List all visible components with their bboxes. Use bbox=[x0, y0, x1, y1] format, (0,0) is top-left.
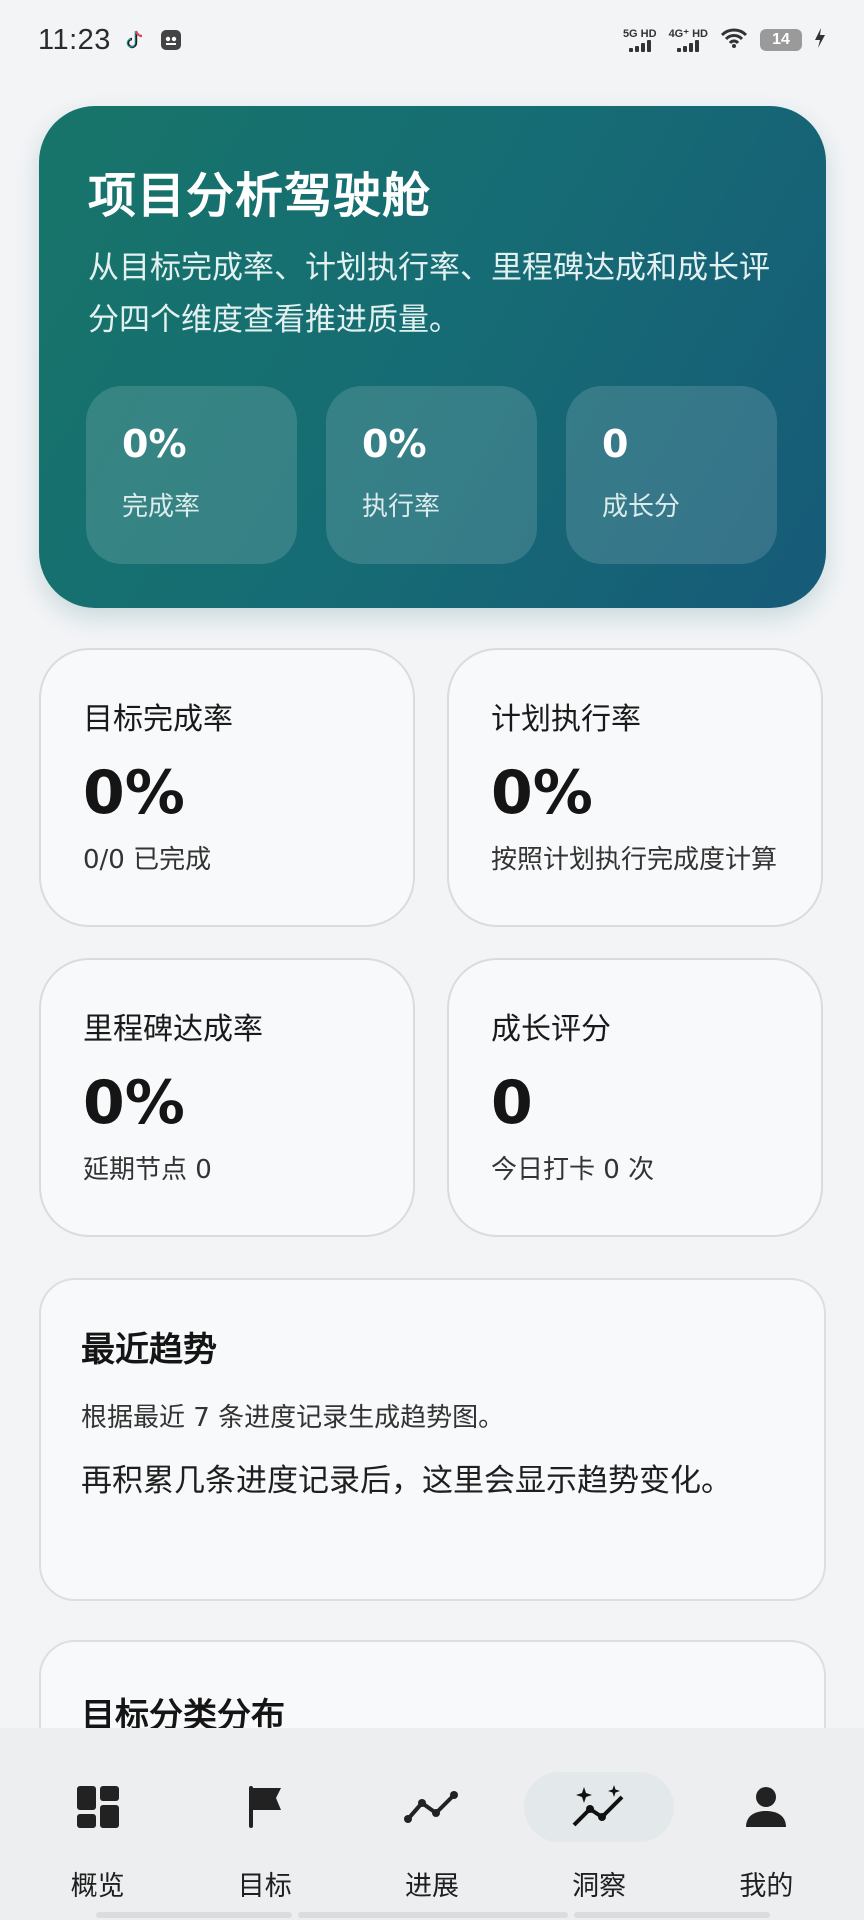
nav-item-progress[interactable]: 进展 bbox=[357, 1728, 507, 1920]
hero-stat-growth: 0 成长分 bbox=[566, 386, 777, 564]
metric-title: 计划执行率 bbox=[491, 702, 641, 737]
metric-title: 目标完成率 bbox=[83, 702, 233, 737]
metric-value: 0% bbox=[83, 758, 185, 828]
metric-note: 0/0 已完成 bbox=[83, 845, 212, 875]
net-label-4g: 4G⁺ HD bbox=[668, 28, 708, 40]
tiktok-icon bbox=[123, 28, 147, 52]
nav-indicator-segment bbox=[298, 1912, 568, 1918]
hero-stat-completion: 0% 完成率 bbox=[86, 386, 297, 564]
hero-stat-value: 0 bbox=[602, 422, 629, 466]
trend-empty-message: 再积累几条进度记录后，这里会显示趋势变化。 bbox=[81, 1463, 732, 1499]
hero-stat-label: 完成率 bbox=[122, 492, 201, 522]
hero-stats: 0% 完成率 0% 执行率 0 成长分 bbox=[86, 386, 777, 564]
hero-stat-value: 0% bbox=[122, 422, 187, 466]
nav-label: 概览 bbox=[70, 1871, 125, 1902]
nav-label: 目标 bbox=[237, 1871, 292, 1902]
person-icon bbox=[691, 1772, 841, 1842]
metric-card-goal-completion[interactable]: 目标完成率 0% 0/0 已完成 bbox=[39, 648, 415, 927]
hero-stat-execution: 0% 执行率 bbox=[326, 386, 537, 564]
status-time: 11:23 bbox=[38, 23, 111, 56]
hero-card: 项目分析驾驶舱 从目标完成率、计划执行率、里程碑达成和成长评分四个维度查看推进质… bbox=[39, 106, 826, 608]
trend-title: 最近趋势 bbox=[81, 1330, 217, 1370]
metric-card-plan-execution[interactable]: 计划执行率 0% 按照计划执行完成度计算 bbox=[447, 648, 823, 927]
nav-label: 洞察 bbox=[572, 1871, 627, 1902]
nav-label: 我的 bbox=[739, 1871, 794, 1902]
trend-line-icon bbox=[357, 1772, 507, 1842]
nav-indicator-segment bbox=[574, 1912, 770, 1918]
trend-card: 最近趋势 根据最近 7 条进度记录生成趋势图。 再积累几条进度记录后，这里会显示… bbox=[39, 1278, 826, 1601]
metric-note: 延期节点 0 bbox=[83, 1155, 212, 1185]
app-notification-icon bbox=[159, 28, 183, 52]
metric-note: 今日打卡 0 次 bbox=[491, 1155, 655, 1185]
wifi-icon bbox=[720, 27, 748, 53]
hero-description: 从目标完成率、计划执行率、里程碑达成和成长评分四个维度查看推进质量。 bbox=[88, 250, 770, 338]
nav-item-profile[interactable]: 我的 bbox=[691, 1728, 841, 1920]
page-title: 项目分析驾驶舱 bbox=[88, 168, 432, 224]
hero-stat-value: 0% bbox=[362, 422, 427, 466]
nav-indicator-segment bbox=[96, 1912, 292, 1918]
metric-value: 0 bbox=[491, 1068, 533, 1138]
signal-5g-icon: 5G HD bbox=[623, 28, 657, 52]
trend-description: 根据最近 7 条进度记录生成趋势图。 bbox=[81, 1403, 505, 1433]
bottom-nav: 概览 目标 进展 洞察 我的 bbox=[0, 1728, 864, 1920]
nav-item-goals[interactable]: 目标 bbox=[190, 1728, 340, 1920]
status-bar: 11:23 5G HD 4G⁺ HD 14 bbox=[0, 0, 864, 80]
flag-icon bbox=[190, 1772, 340, 1842]
status-indicators: 5G HD 4G⁺ HD 14 bbox=[623, 27, 826, 53]
metric-title: 成长评分 bbox=[491, 1012, 611, 1047]
metric-note: 按照计划执行完成度计算 bbox=[491, 845, 778, 875]
battery-icon: 14 bbox=[760, 29, 802, 51]
hero-stat-label: 成长分 bbox=[602, 492, 681, 522]
metric-value: 0% bbox=[83, 1068, 185, 1138]
charging-icon bbox=[814, 27, 826, 53]
insight-sparkle-icon bbox=[524, 1772, 675, 1842]
nav-item-insights[interactable]: 洞察 bbox=[524, 1728, 675, 1920]
hero-stat-label: 执行率 bbox=[362, 492, 441, 522]
signal-4g-icon: 4G⁺ HD bbox=[669, 28, 708, 52]
net-label-5g: 5G HD bbox=[622, 28, 657, 40]
metric-title: 里程碑达成率 bbox=[83, 1012, 263, 1047]
dashboard-icon bbox=[23, 1772, 173, 1842]
metric-card-milestone[interactable]: 里程碑达成率 0% 延期节点 0 bbox=[39, 958, 415, 1237]
nav-label: 进展 bbox=[404, 1871, 459, 1902]
metric-card-growth-score[interactable]: 成长评分 0 今日打卡 0 次 bbox=[447, 958, 823, 1237]
metric-value: 0% bbox=[491, 758, 593, 828]
nav-item-overview[interactable]: 概览 bbox=[23, 1728, 173, 1920]
